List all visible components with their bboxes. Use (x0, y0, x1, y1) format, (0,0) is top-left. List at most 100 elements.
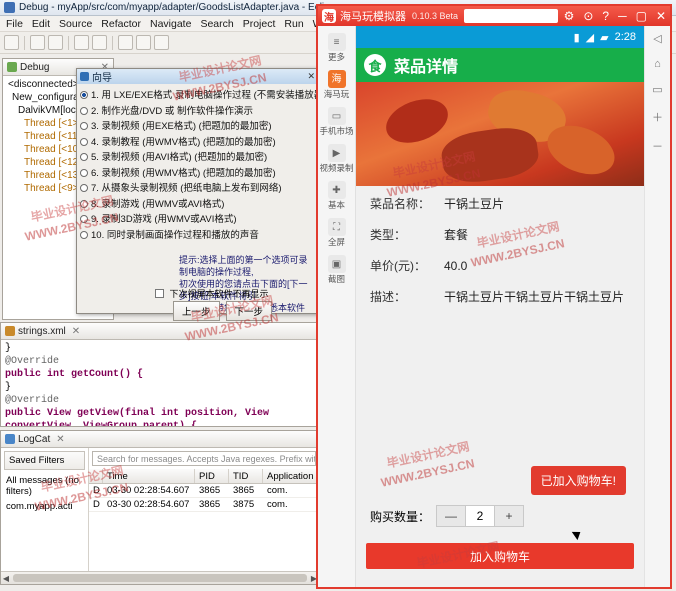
detail-value: 套餐 (444, 228, 469, 242)
wizard-option[interactable]: 3. 录制视频 (用EXE格式) (把题加的最加密) (80, 119, 326, 135)
detail-value: 干锅土豆片干锅土豆片干锅土豆片 (444, 290, 625, 304)
menu-search[interactable]: Search (200, 18, 233, 30)
add-to-cart-button[interactable]: 加入购物车 (366, 543, 634, 569)
suspend-icon[interactable] (136, 35, 151, 50)
wizard-option[interactable]: 9. 录制3D游戏 (用WMV或AVI格式) (80, 212, 326, 228)
detail-value: 干锅土豆片 (444, 197, 505, 211)
editor-code[interactable]: } @Override public int getCount() { } @O… (1, 340, 319, 426)
emulator-sidebar[interactable]: ≡ 更多 海 海马玩 ▭ 手机市场 ▶ 视频录制 ✚ 基本 ⛶ 全屏 ▣ 截图 (318, 26, 356, 587)
maximize-icon[interactable]: ▢ (636, 9, 647, 23)
code-line: } (5, 382, 12, 393)
sidebar-item-basic[interactable]: ✚ 基本 (318, 178, 355, 215)
new-icon[interactable] (4, 35, 19, 50)
scroll-thumb[interactable] (13, 574, 307, 582)
resume-icon[interactable] (118, 35, 133, 50)
wizard-option[interactable]: 6. 录制视频 (用WMV格式) (把题加的最加密) (80, 166, 326, 182)
volume-down-icon[interactable]: － (652, 138, 663, 154)
wizard-option[interactable]: 10. 同时录制画面操作过程和播放的声音 (80, 228, 326, 244)
checkbox-icon[interactable] (155, 289, 164, 298)
home-icon[interactable]: ⌂ (654, 58, 661, 70)
close-icon[interactable]: ✕ (307, 71, 315, 82)
radio-icon[interactable] (80, 137, 88, 146)
quantity-plus-button[interactable]: + (494, 505, 525, 527)
menu-navigate[interactable]: Navigate (150, 18, 191, 30)
sidebar-item-snapshot[interactable]: ▣ 截图 (318, 252, 355, 289)
seahorse-logo-icon: 海 (322, 9, 336, 24)
col-tid: TID (229, 469, 263, 483)
wizard-option[interactable]: 1. 用 LXE/EXE格式 录制电脑操作过程 (不需安装播放器) (80, 88, 326, 104)
menu-source[interactable]: Source (59, 18, 92, 30)
menu-refactor[interactable]: Refactor (101, 18, 141, 30)
run-icon[interactable] (92, 35, 107, 50)
volume-up-icon[interactable]: ＋ (652, 109, 663, 125)
radio-icon[interactable] (80, 199, 88, 208)
radio-icon[interactable] (80, 91, 88, 99)
wizard-option[interactable]: 4. 录制教程 (用WMV格式) (把题加的最加密) (80, 135, 326, 151)
status-time: 2:28 (614, 31, 636, 43)
menu-file[interactable]: File (6, 18, 23, 30)
app-logo-icon: 食 (364, 54, 386, 76)
radio-icon[interactable] (80, 215, 88, 223)
radio-icon[interactable] (80, 184, 88, 192)
logcat-filter-item[interactable]: com.myapp.acti (1, 499, 88, 514)
menu-run[interactable]: Run (284, 18, 303, 30)
toolbar-separator (24, 35, 25, 50)
close-icon[interactable]: ✕ (72, 326, 80, 337)
menu-edit[interactable]: Edit (32, 18, 50, 30)
radio-icon[interactable] (80, 153, 88, 161)
emulator-title: 海马玩模拟器 (340, 11, 406, 23)
logcat-filter-item[interactable]: All messages (no filters) (1, 473, 88, 499)
cell-pid: 3865 (199, 485, 221, 496)
back-icon[interactable]: ◁ (653, 32, 661, 45)
wizard-buttons[interactable]: 上一步 下一步 (173, 301, 273, 321)
debug-icon[interactable] (74, 35, 89, 50)
question-icon[interactable]: ? (602, 9, 609, 23)
logcat-hscrollbar[interactable]: ◀ ▶ (1, 571, 319, 584)
sidebar-item-video-record[interactable]: ▶ 视频录制 (318, 141, 355, 178)
save-icon[interactable] (30, 35, 45, 50)
terminate-icon[interactable] (154, 35, 169, 50)
recents-icon[interactable]: ▭ (652, 83, 662, 96)
print-icon[interactable] (48, 35, 63, 50)
radio-icon[interactable] (80, 106, 88, 115)
wizard-option[interactable]: 7. 从摄象头录制视频 (把纸电脑上发布到网络) (80, 181, 326, 197)
wizard-option[interactable]: 8. 录制游戏 (用WMV或AVI格式) (80, 197, 326, 213)
quantity-stepper[interactable]: — 2 + (436, 505, 525, 527)
radio-icon[interactable] (80, 230, 88, 239)
emulator-search-input[interactable] (464, 9, 558, 23)
wizard-prev-button[interactable]: 上一步 (173, 301, 220, 321)
wizard-option[interactable]: 2. 制作光盘/DVD 或 制作软件操作演示 (80, 104, 326, 120)
close-icon[interactable]: ✕ (656, 9, 666, 23)
gear-icon[interactable]: ⚙ (564, 9, 575, 23)
menu-project[interactable]: Project (243, 18, 276, 30)
minimize-icon[interactable]: ─ (618, 9, 627, 23)
sidebar-item-more[interactable]: ≡ 更多 (318, 30, 355, 67)
emulator-nav-bar[interactable]: ◁ ⌂ ▭ ＋ － (644, 26, 670, 587)
camera-icon[interactable]: ⊙ (583, 9, 593, 23)
close-icon[interactable]: ✕ (56, 434, 64, 445)
sidebar-item-fullscreen[interactable]: ⛶ 全屏 (318, 215, 355, 252)
sidebar-item-seahorse[interactable]: 海 海马玩 (318, 67, 355, 104)
wizard-titlebar: 向导 ✕ (77, 69, 318, 84)
wizard-option[interactable]: 5. 录制视频 (用AVI格式) (把题加的最加密) (80, 150, 326, 166)
logcat-tab-label: LogCat (18, 433, 51, 445)
quantity-minus-button[interactable]: — (436, 505, 467, 527)
wizard-dont-show-checkbox[interactable]: 下次视屏本软件不再显示 (155, 287, 269, 300)
logcat-search-input[interactable]: Search for messages. Accepts Java regexe… (92, 451, 316, 466)
editor-tab[interactable]: strings.xml ✕ (1, 323, 319, 340)
sidebar-item-phone-market[interactable]: ▭ 手机市场 (318, 104, 355, 141)
editor-tab-label: strings.xml (18, 325, 66, 337)
wizard-next-button[interactable]: 下一步 (225, 301, 273, 321)
radio-icon[interactable] (80, 168, 88, 177)
table-row[interactable]: D 03-30 02:28:54.607 3865 3865 com. (89, 484, 319, 498)
cell-app: com. (267, 485, 288, 496)
code-editor[interactable]: strings.xml ✕ } @Override public int get… (0, 322, 320, 427)
detail-row-type: 类型： 套餐 (370, 227, 630, 243)
radio-icon[interactable] (80, 122, 88, 130)
quantity-value[interactable]: 2 (466, 505, 495, 527)
scroll-left-icon[interactable]: ◀ (1, 574, 11, 583)
saved-filters-label[interactable]: Saved Filters (4, 451, 85, 470)
logcat-tab[interactable]: LogCat ✕ (1, 431, 319, 448)
table-row[interactable]: D 03-30 02:28:54.607 3865 3875 com. (89, 498, 319, 512)
logcat-panel: LogCat ✕ Saved Filters All messages (no … (0, 430, 320, 585)
